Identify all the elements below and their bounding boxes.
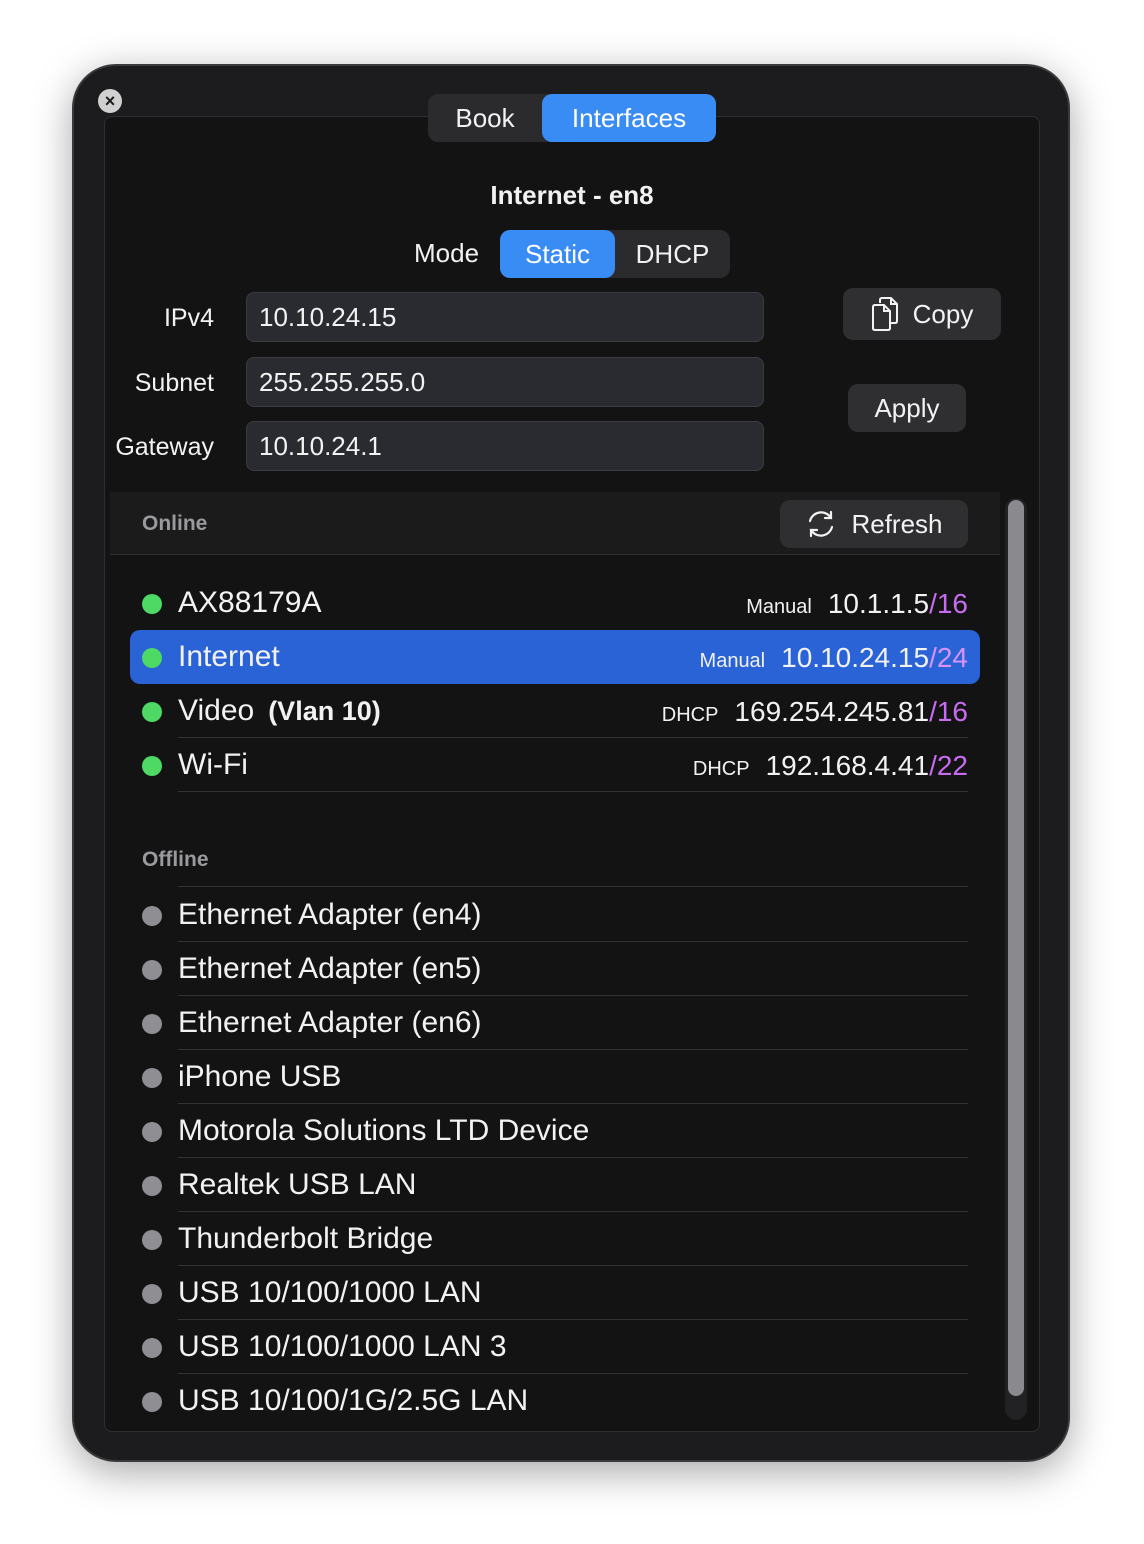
interface-address: Manual 10.1.1.5/16: [746, 588, 968, 620]
online-interface-row[interactable]: Video (Vlan 10) DHCP 169.254.245.81/16: [130, 684, 980, 738]
interface-name-text: Wi-Fi: [178, 748, 248, 781]
status-offline-icon: [142, 1338, 162, 1358]
interface-name-text: Internet: [178, 640, 280, 673]
status-online-icon: [142, 756, 162, 776]
subnet-prefix: /24: [929, 642, 968, 673]
online-interface-row[interactable]: Wi-Fi DHCP 192.168.4.41/22: [130, 738, 980, 792]
divider: [178, 886, 968, 887]
interface-address: DHCP 169.254.245.81/16: [662, 696, 968, 728]
refresh-label: Refresh: [851, 508, 943, 539]
scrollbar-thumb[interactable]: [1008, 500, 1024, 1396]
status-offline-icon: [142, 1284, 162, 1304]
offline-interface-row[interactable]: Ethernet Adapter (en4): [130, 888, 980, 942]
config-kind: DHCP: [692, 758, 750, 780]
ip-address: 10.10.24.15: [781, 642, 930, 673]
tab-interfaces[interactable]: Interfaces: [542, 94, 716, 142]
vlan-tag: (Vlan 10): [268, 696, 381, 726]
mode-dhcp-option[interactable]: DHCP: [615, 230, 730, 278]
interface-name-text: USB 10/100/1000 LAN: [178, 1276, 482, 1309]
online-section-title: Online: [142, 512, 208, 535]
status-offline-icon: [142, 906, 162, 926]
status-offline-icon: [142, 1230, 162, 1250]
interface-name-text: AX88179A: [178, 586, 322, 619]
ipv4-field[interactable]: [246, 292, 764, 342]
offline-interface-row[interactable]: Thunderbolt Bridge: [130, 1212, 980, 1266]
subnet-prefix: /22: [929, 750, 968, 781]
config-kind: Manual: [699, 650, 766, 672]
interface-address: Manual 10.10.24.15/24: [700, 642, 968, 674]
subnet-field[interactable]: [246, 357, 764, 407]
interface-name-text: Ethernet Adapter (en6): [178, 1006, 482, 1039]
apply-button[interactable]: Apply: [848, 384, 966, 432]
offline-interface-row[interactable]: Ethernet Adapter (en6): [130, 996, 980, 1050]
mode-static-option[interactable]: Static: [500, 230, 615, 278]
gateway-label: Gateway: [115, 433, 214, 461]
tab-bar: Book Interfaces: [428, 94, 716, 142]
scrollbar[interactable]: [1005, 498, 1027, 1420]
mode-label: Mode: [414, 238, 480, 268]
copy-icon: [871, 297, 899, 331]
offline-interface-row[interactable]: iPhone USB: [130, 1050, 980, 1104]
status-offline-icon: [142, 1068, 162, 1088]
status-online-icon: [142, 702, 162, 722]
ipv4-label: IPv4: [163, 304, 214, 332]
refresh-icon: [805, 509, 837, 539]
copy-button[interactable]: Copy: [843, 288, 1001, 340]
status-offline-icon: [142, 1014, 162, 1034]
offline-interface-row[interactable]: USB 10/100/1000 LAN 3: [130, 1320, 980, 1374]
ip-address: 10.1.1.5: [827, 588, 930, 619]
online-interface-row[interactable]: Internet Manual 10.10.24.15/24: [130, 630, 980, 684]
subnet-prefix: /16: [929, 696, 968, 727]
offline-interface-row[interactable]: USB 10/100/1G/2.5G LAN: [130, 1374, 980, 1428]
status-online-icon: [142, 648, 162, 668]
close-icon[interactable]: ×: [98, 89, 122, 113]
interface-name-text: Realtek USB LAN: [178, 1168, 417, 1201]
status-offline-icon: [142, 1176, 162, 1196]
config-kind: Manual: [746, 596, 812, 618]
config-kind: DHCP: [661, 704, 719, 726]
subnet-label: Subnet: [134, 369, 214, 397]
subnet-prefix: /16: [929, 588, 968, 619]
ip-address: 169.254.245.81: [734, 696, 930, 727]
interface-name-text: iPhone USB: [178, 1060, 342, 1093]
status-offline-icon: [142, 1392, 162, 1412]
divider: [178, 791, 968, 792]
interface-name-text: Video: [178, 694, 255, 727]
interface-name-text: Motorola Solutions LTD Device: [178, 1114, 590, 1147]
gateway-field[interactable]: [246, 421, 764, 471]
interface-name-text: Ethernet Adapter (en5): [178, 952, 482, 985]
interface-name-text: Thunderbolt Bridge: [178, 1222, 434, 1255]
offline-interface-row[interactable]: Ethernet Adapter (en5): [130, 942, 980, 996]
online-interface-row[interactable]: AX88179A Manual 10.1.1.5/16: [130, 576, 980, 630]
mode-segmented-control: Static DHCP: [500, 230, 730, 278]
status-offline-icon: [142, 1122, 162, 1142]
tab-book[interactable]: Book: [428, 94, 542, 142]
offline-interface-row[interactable]: Realtek USB LAN: [130, 1158, 980, 1212]
interface-name-text: USB 10/100/1G/2.5G LAN: [178, 1384, 529, 1417]
interface-address: DHCP 192.168.4.41/22: [693, 750, 968, 782]
interface-name: AX88179A: [178, 586, 321, 620]
status-offline-icon: [142, 960, 162, 980]
ip-address: 192.168.4.41: [765, 750, 930, 781]
interface-name: Wi-Fi: [178, 748, 248, 782]
refresh-button[interactable]: Refresh: [780, 500, 968, 548]
offline-interface-row[interactable]: Motorola Solutions LTD Device: [130, 1104, 980, 1158]
interface-name: Internet: [178, 640, 280, 674]
offline-interface-row[interactable]: USB 10/100/1000 LAN: [130, 1266, 980, 1320]
interface-name-text: USB 10/100/1000 LAN 3: [178, 1330, 507, 1363]
offline-section-title: Offline: [142, 848, 209, 871]
interface-title: Internet - en8: [490, 180, 654, 210]
interface-name-text: Ethernet Adapter (en4): [178, 898, 482, 931]
status-online-icon: [142, 594, 162, 614]
interface-name: Video (Vlan 10): [178, 694, 381, 728]
copy-label: Copy: [912, 298, 974, 329]
